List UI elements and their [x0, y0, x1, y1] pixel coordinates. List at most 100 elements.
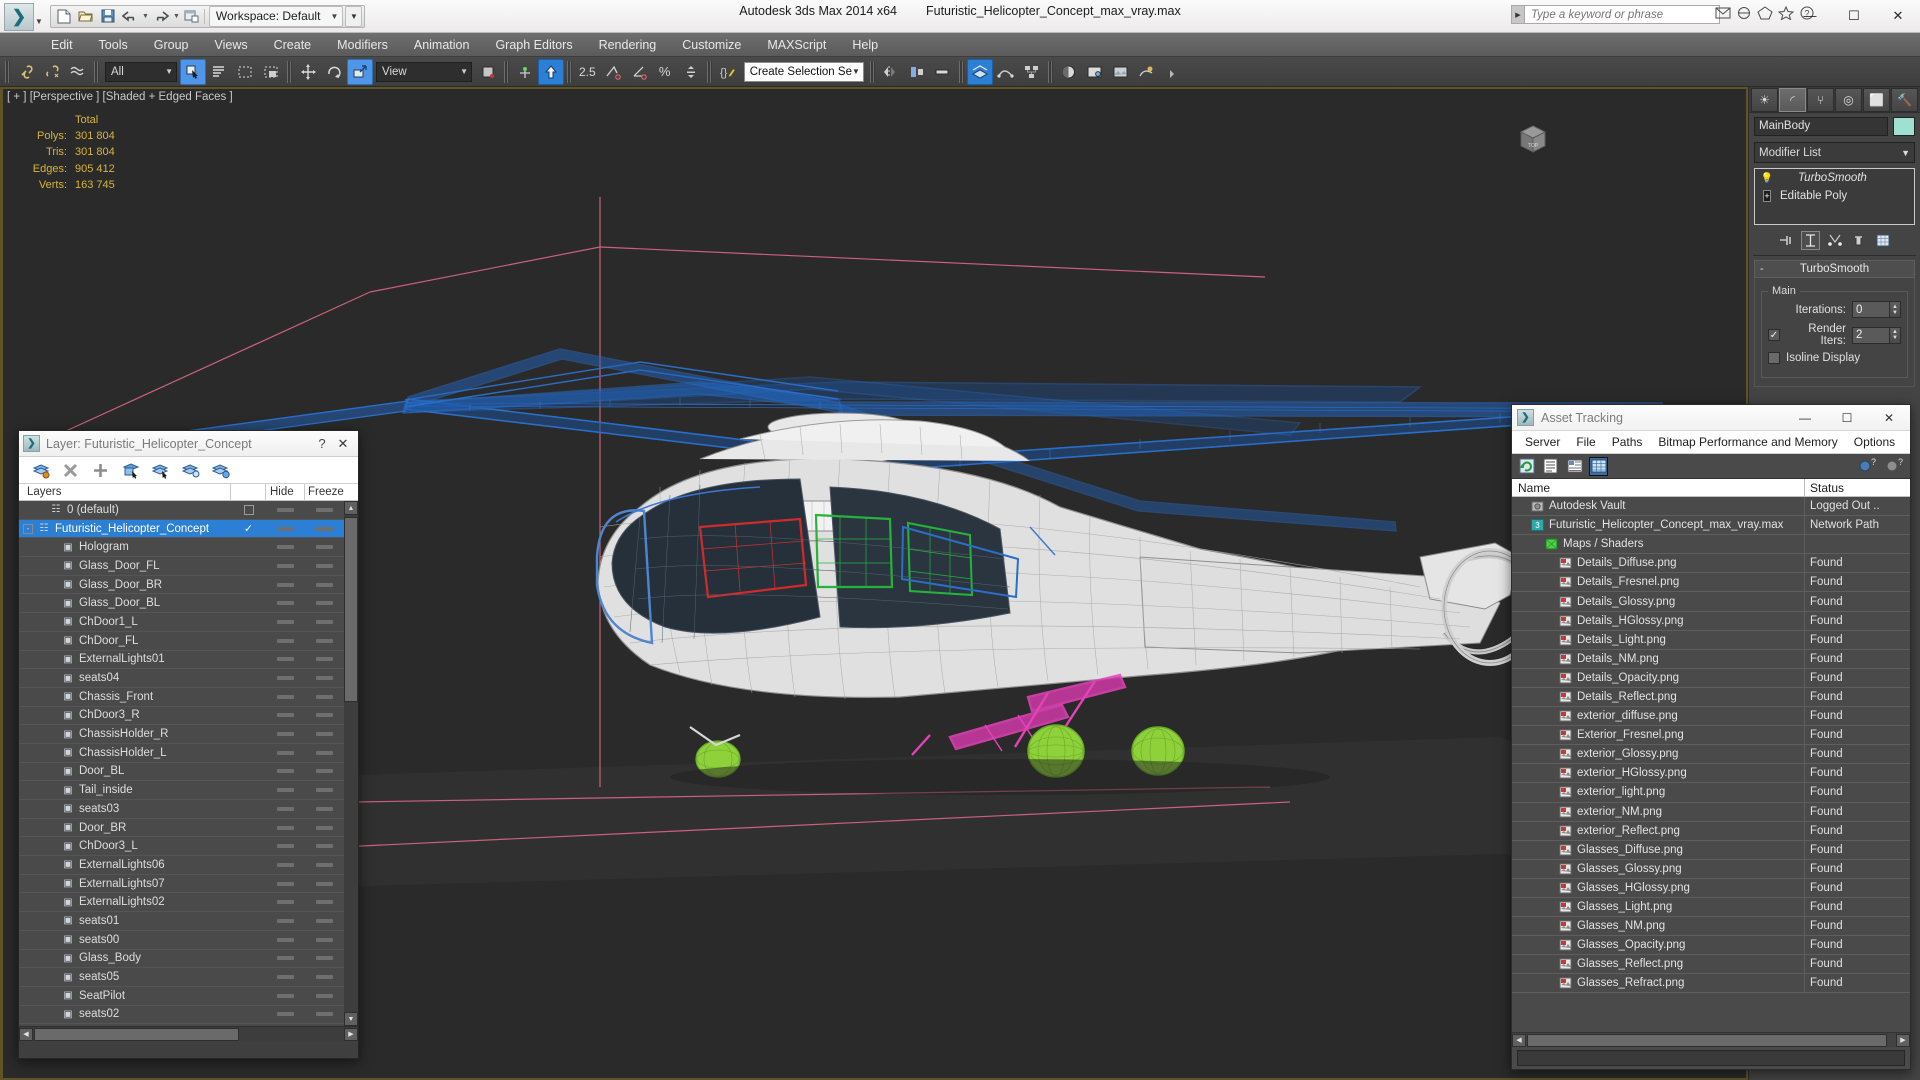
- layer-freeze-cell[interactable]: [305, 937, 344, 942]
- layer-name-cell[interactable]: ▣ SeatPilot: [19, 990, 231, 1002]
- layer-name-cell[interactable]: ▣ seats02: [19, 1008, 231, 1020]
- delete-layer-icon[interactable]: [61, 461, 80, 480]
- manage-layers-icon[interactable]: [930, 59, 956, 85]
- layer-freeze-cell[interactable]: [305, 881, 344, 886]
- layer-row[interactable]: ▣ seats02: [19, 1006, 358, 1025]
- asset-name-cell[interactable]: Glasses_Refract.png: [1512, 973, 1805, 993]
- layer-row[interactable]: ▣ seats00: [19, 931, 358, 950]
- show-end-result-icon[interactable]: [1801, 230, 1820, 250]
- app-logo-icon[interactable]: ❯: [4, 2, 34, 31]
- layer-hide-cell[interactable]: [266, 526, 305, 531]
- layer-freeze-cell[interactable]: [305, 713, 344, 718]
- layer-hide-cell[interactable]: [266, 582, 305, 587]
- angle-snap-toggle-icon[interactable]: [626, 59, 652, 85]
- highlight-selected-objects-layers-icon[interactable]: [181, 461, 200, 480]
- toolbar-grip-8[interactable]: [958, 60, 964, 83]
- layer-row[interactable]: - ☷ Futuristic_Helicopter_Concept ✓: [19, 519, 358, 539]
- layer-hide-cell[interactable]: [266, 563, 305, 568]
- layer-dialog-title-bar[interactable]: ❯ Layer: Futuristic_Helicopter_Concept ?…: [19, 431, 358, 457]
- help-icon[interactable]: ?: [1885, 457, 1904, 476]
- asset-name-cell[interactable]: Glasses_NM.png: [1512, 916, 1805, 936]
- scroll-up-icon[interactable]: ▲: [344, 501, 358, 515]
- asset-name-cell[interactable]: Glasses_Opacity.png: [1512, 935, 1805, 955]
- asset-name-cell[interactable]: 3 Futuristic_Helicopter_Concept_max_vray.…: [1512, 515, 1805, 535]
- layer-freeze-cell[interactable]: [305, 638, 344, 643]
- layer-freeze-cell[interactable]: [305, 918, 344, 923]
- asset-column-name[interactable]: Name: [1512, 478, 1805, 497]
- asset-name-cell[interactable]: Details_Glossy.png: [1512, 591, 1805, 612]
- select-by-name-icon[interactable]: [206, 59, 232, 85]
- asset-row[interactable]: Details_HGlossy.png Found: [1512, 611, 1910, 631]
- view-cube[interactable]: TOP: [1513, 122, 1553, 156]
- motion-tab[interactable]: ◎: [1835, 88, 1862, 112]
- modifier-list-dropdown[interactable]: Modifier List ▼: [1754, 142, 1915, 163]
- layer-name-cell[interactable]: ▣ ChassisHolder_L: [19, 747, 231, 759]
- asset-row[interactable]: Glasses_HGlossy.png Found: [1512, 878, 1910, 898]
- rectangular-selection-region-icon[interactable]: [232, 59, 258, 85]
- remove-modifier-icon[interactable]: [1849, 231, 1868, 250]
- asset-name-cell[interactable]: Glasses_Diffuse.png: [1512, 840, 1805, 860]
- search-input[interactable]: [1525, 5, 1720, 24]
- asset-hscroll-thumb[interactable]: [1527, 1033, 1887, 1047]
- layer-dialog-help-button[interactable]: ?: [312, 436, 332, 451]
- toolbar-grip[interactable]: [5, 60, 10, 83]
- asset-row[interactable]: Glasses_Refract.png Found: [1512, 973, 1910, 994]
- layer-column-layers[interactable]: Layers: [19, 483, 231, 501]
- undo-dropdown-icon[interactable]: ▼: [141, 13, 150, 20]
- layer-hide-cell[interactable]: [266, 601, 305, 606]
- menu-item-modifiers[interactable]: Modifiers: [324, 35, 401, 55]
- curve-editor-icon[interactable]: [993, 59, 1019, 85]
- layer-hide-cell[interactable]: [266, 788, 305, 793]
- layer-hide-cell[interactable]: [266, 638, 305, 643]
- layer-freeze-cell[interactable]: [305, 526, 344, 531]
- modifier-stack[interactable]: 💡 TurboSmooth + Editable Poly: [1754, 168, 1915, 225]
- asset-row[interactable]: Details_Diffuse.png Found: [1512, 553, 1910, 574]
- close-button[interactable]: ✕: [1876, 0, 1920, 31]
- layer-freeze-cell[interactable]: [305, 619, 344, 624]
- layer-hide-cell[interactable]: [266, 956, 305, 961]
- redo-icon[interactable]: [150, 6, 172, 27]
- layer-column-hide[interactable]: Hide: [266, 483, 305, 501]
- make-unique-icon[interactable]: [1825, 231, 1844, 250]
- layer-row[interactable]: ▣ ExternalLights01: [19, 651, 358, 670]
- render-iters-spinner-arrows[interactable]: ▲ ▼: [1890, 326, 1901, 344]
- layer-row[interactable]: ▣ ExternalLights07: [19, 875, 358, 894]
- display-tab[interactable]: ⬜: [1863, 88, 1890, 112]
- detail-view-icon[interactable]: [1565, 457, 1584, 476]
- turbosmooth-rollout-header[interactable]: - TurboSmooth: [1754, 260, 1915, 278]
- window-crossing-toggle-icon[interactable]: [258, 59, 284, 85]
- redo-dropdown-icon[interactable]: ▼: [172, 13, 181, 20]
- layer-name-cell[interactable]: ▣ ChDoor_FL: [19, 635, 231, 647]
- asset-close-button[interactable]: ✕: [1868, 405, 1910, 430]
- asset-column-status[interactable]: Status: [1805, 479, 1910, 497]
- layer-name-cell[interactable]: ☷ 0 (default): [19, 504, 231, 516]
- graphite-modeling-tools-icon[interactable]: [966, 58, 993, 85]
- layer-hide-cell[interactable]: [266, 545, 305, 550]
- add-selection-to-layer-icon[interactable]: [91, 461, 110, 480]
- layer-name-cell[interactable]: ▣ Glass_Door_FL: [19, 560, 231, 572]
- layer-freeze-cell[interactable]: [305, 657, 344, 662]
- render-flyout-icon[interactable]: [1160, 59, 1186, 85]
- asset-list[interactable]: Autodesk Vault Logged Out .. 3 Futuristic_H…: [1512, 497, 1910, 1032]
- layer-properties-icon[interactable]: [211, 461, 230, 480]
- layer-hide-cell[interactable]: [266, 750, 305, 755]
- asset-row[interactable]: Details_NM.png Found: [1512, 649, 1910, 669]
- asset-maximize-button[interactable]: ☐: [1826, 405, 1868, 430]
- asset-row[interactable]: Glasses_Light.png Found: [1512, 897, 1910, 918]
- select-objects-in-layer-icon[interactable]: [121, 461, 140, 480]
- iterations-input[interactable]: [1852, 301, 1890, 318]
- asset-row[interactable]: Glasses_Opacity.png Found: [1512, 935, 1910, 956]
- layer-row[interactable]: ▣ seats01: [19, 912, 358, 931]
- reference-coordinate-dropdown[interactable]: View ▼: [376, 61, 472, 82]
- toolbar-grip-6[interactable]: [706, 60, 712, 83]
- help-vault-icon[interactable]: ?: [1858, 457, 1877, 476]
- asset-menu-server[interactable]: Server: [1517, 433, 1568, 451]
- layer-name-cell[interactable]: ▣ ExternalLights07: [19, 878, 231, 890]
- viewport-label[interactable]: [ + ] [Perspective ] [Shaded + Edged Fac…: [7, 91, 233, 103]
- layer-name-cell[interactable]: ▣ Chassis_Front: [19, 691, 231, 703]
- layer-row[interactable]: ▣ ExternalLights06: [19, 856, 358, 875]
- asset-row[interactable]: Details_Glossy.png Found: [1512, 591, 1910, 612]
- layer-hide-cell[interactable]: [266, 713, 305, 718]
- select-object-icon[interactable]: [180, 58, 206, 85]
- rollout-collapse-icon[interactable]: -: [1760, 263, 1764, 275]
